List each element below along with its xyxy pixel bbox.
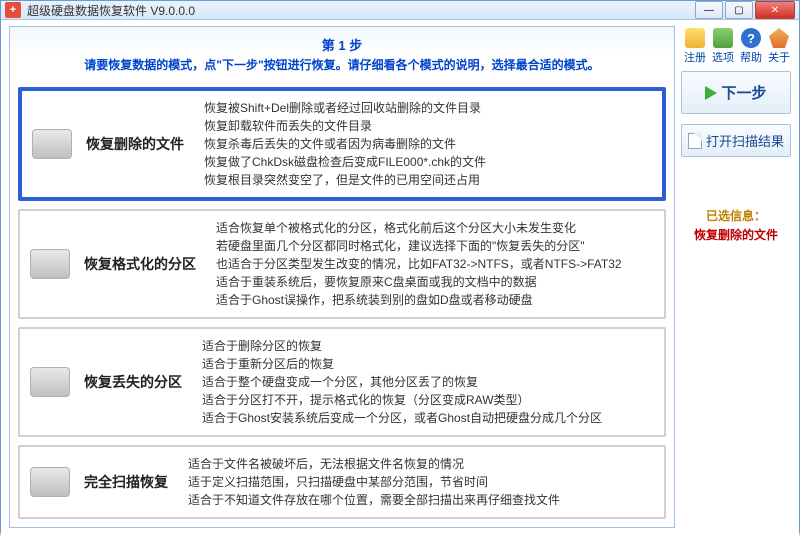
window-title: 超级硬盘数据恢复软件 V9.0.0.0	[27, 2, 695, 19]
selection-info-header: 已选信息：	[681, 207, 791, 224]
option-body: 完全扫描恢复适合于文件名被破坏后，无法根据文件名恢复的情况适于定义扫描范围，只扫…	[84, 455, 654, 509]
help-button[interactable]: ? 帮助	[739, 28, 763, 65]
help-icon: ?	[741, 28, 761, 48]
option-desc-line: 适合恢复单个被格式化的分区，格式化前后这个分区大小未发生变化	[216, 219, 622, 237]
option-desc-line: 适合于不知道文件存放在哪个位置，需要全部扫描出来再仔细查找文件	[188, 491, 560, 509]
about-label: 关于	[768, 49, 790, 65]
option-desc-line: 恢复根目录突然变空了，但是文件的已用空间还占用	[204, 171, 486, 189]
option-desc: 恢复被Shift+Del删除或者经过回收站删除的文件目录恢复卸载软件而丢失的文件…	[204, 99, 486, 189]
cart-icon	[685, 28, 705, 48]
step-heading: 第 1 步 请要恢复数据的模式，点"下一步"按钮进行恢复。请仔细看各个模式的说明…	[10, 27, 674, 83]
option-body: 恢复删除的文件恢复被Shift+Del删除或者经过回收站删除的文件目录恢复卸载软…	[86, 99, 652, 189]
main-panel: 第 1 步 请要恢复数据的模式，点"下一步"按钮进行恢复。请仔细看各个模式的说明…	[9, 26, 675, 528]
option-desc-line: 也适合于分区类型发生改变的情况，比如FAT32->NTFS，或者NTFS->FA…	[216, 255, 622, 273]
open-result-label: 打开扫描结果	[706, 131, 784, 150]
opt-lostpart[interactable]: 恢复丢失的分区适合于删除分区的恢复适合于重新分区后的恢复适合于整个硬盘变成一个分…	[18, 327, 666, 437]
minimize-button[interactable]: —	[695, 1, 723, 19]
titlebar: + 超级硬盘数据恢复软件 V9.0.0.0 — ▢ ✕	[1, 1, 799, 20]
option-desc-line: 适合于分区打不开，提示格式化的恢复（分区变成RAW类型）	[202, 391, 602, 409]
option-desc-line: 恢复被Shift+Del删除或者经过回收站删除的文件目录	[204, 99, 486, 117]
opt-fullscan[interactable]: 完全扫描恢复适合于文件名被破坏后，无法根据文件名恢复的情况适于定义扫描范围，只扫…	[18, 445, 666, 519]
option-title: 恢复格式化的分区	[84, 254, 196, 274]
next-button[interactable]: 下一步	[681, 71, 791, 114]
next-label: 下一步	[721, 82, 766, 103]
option-desc-line: 适合于文件名被破坏后，无法根据文件名恢复的情况	[188, 455, 560, 473]
option-desc-line: 适合于整个硬盘变成一个分区，其他分区丢了的恢复	[202, 373, 602, 391]
mode-options-list: 恢复删除的文件恢复被Shift+Del删除或者经过回收站删除的文件目录恢复卸载软…	[10, 83, 674, 527]
register-label: 注册	[684, 49, 706, 65]
selection-info-value: 恢复删除的文件	[681, 226, 791, 243]
drive-icon	[30, 467, 70, 497]
help-label: 帮助	[740, 49, 762, 65]
option-desc-line: 适合于Ghost安装系统后变成一个分区，或者Ghost自动把硬盘分成几个分区	[202, 409, 602, 427]
options-button[interactable]: 选项	[711, 28, 735, 65]
open-result-button[interactable]: 打开扫描结果	[681, 124, 791, 157]
drive-icon	[30, 249, 70, 279]
home-icon	[769, 28, 789, 48]
opt-delete[interactable]: 恢复删除的文件恢复被Shift+Del删除或者经过回收站删除的文件目录恢复卸载软…	[18, 87, 666, 201]
gear-icon	[713, 28, 733, 48]
close-button[interactable]: ✕	[755, 1, 795, 19]
opt-format[interactable]: 恢复格式化的分区适合恢复单个被格式化的分区，格式化前后这个分区大小未发生变化若硬…	[18, 209, 666, 319]
option-desc: 适合恢复单个被格式化的分区，格式化前后这个分区大小未发生变化若硬盘里面几个分区都…	[216, 219, 622, 309]
option-title: 完全扫描恢复	[84, 472, 168, 492]
option-desc-line: 适合于重新分区后的恢复	[202, 355, 602, 373]
document-icon	[688, 133, 702, 149]
option-desc: 适合于删除分区的恢复适合于重新分区后的恢复适合于整个硬盘变成一个分区，其他分区丢…	[202, 337, 602, 427]
app-window: + 超级硬盘数据恢复软件 V9.0.0.0 — ▢ ✕ 第 1 步 请要恢复数据…	[0, 0, 800, 533]
option-body: 恢复丢失的分区适合于删除分区的恢复适合于重新分区后的恢复适合于整个硬盘变成一个分…	[84, 337, 654, 427]
maximize-button[interactable]: ▢	[725, 1, 753, 19]
about-button[interactable]: 关于	[767, 28, 791, 65]
step-number: 第 1 步	[20, 35, 664, 54]
option-desc-line: 恢复卸载软件而丢失的文件目录	[204, 117, 486, 135]
drive-icon	[32, 129, 72, 159]
arrow-right-icon	[705, 86, 717, 100]
option-desc-line: 适合于Ghost误操作，把系统装到别的盘如D盘或者移动硬盘	[216, 291, 622, 309]
content-area: 第 1 步 请要恢复数据的模式，点"下一步"按钮进行恢复。请仔细看各个模式的说明…	[1, 20, 799, 536]
register-button[interactable]: 注册	[683, 28, 707, 65]
top-toolbar: 注册 选项 ? 帮助 关于	[681, 26, 791, 71]
window-controls: — ▢ ✕	[695, 1, 795, 19]
selection-info: 已选信息： 恢复删除的文件	[681, 207, 791, 243]
option-desc-line: 适于定义扫描范围，只扫描硬盘中某部分范围，节省时间	[188, 473, 560, 491]
step-instruction: 请要恢复数据的模式，点"下一步"按钮进行恢复。请仔细看各个模式的说明，选择最合适…	[20, 56, 664, 73]
options-label: 选项	[712, 49, 734, 65]
option-desc-line: 恢复做了ChkDsk磁盘检查后变成FILE000*.chk的文件	[204, 153, 486, 171]
side-panel: 注册 选项 ? 帮助 关于 下一步	[681, 26, 791, 528]
option-title: 恢复丢失的分区	[84, 372, 182, 392]
option-desc-line: 适合于删除分区的恢复	[202, 337, 602, 355]
option-desc-line: 适合于重装系统后，要恢复原来C盘桌面或我的文档中的数据	[216, 273, 622, 291]
app-icon: +	[5, 2, 21, 18]
option-desc-line: 若硬盘里面几个分区都同时格式化，建议选择下面的"恢复丢失的分区"	[216, 237, 622, 255]
option-desc: 适合于文件名被破坏后，无法根据文件名恢复的情况适于定义扫描范围，只扫描硬盘中某部…	[188, 455, 560, 509]
option-desc-line: 恢复杀毒后丢失的文件或者因为病毒删除的文件	[204, 135, 486, 153]
drive-icon	[30, 367, 70, 397]
option-body: 恢复格式化的分区适合恢复单个被格式化的分区，格式化前后这个分区大小未发生变化若硬…	[84, 219, 654, 309]
option-title: 恢复删除的文件	[86, 134, 184, 154]
